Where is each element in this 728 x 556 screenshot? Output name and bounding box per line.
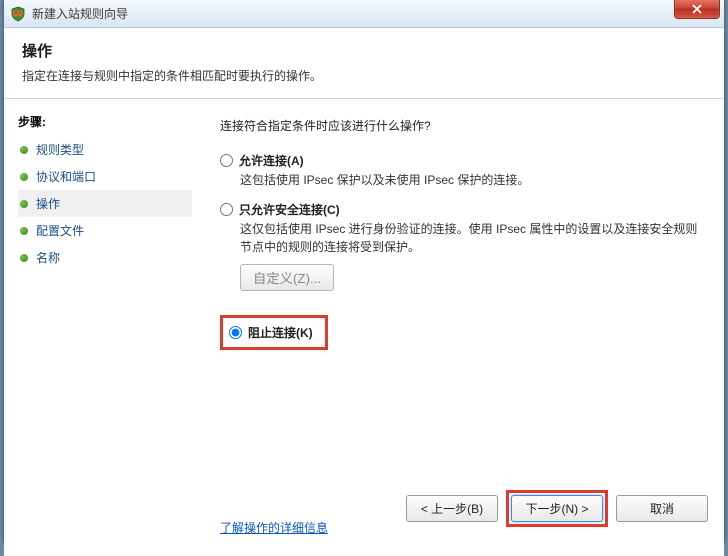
highlight-next-button: 下一步(N) > bbox=[506, 490, 608, 527]
option-secure: 只允许安全连接(C) 这仅包括使用 IPsec 进行身份验证的连接。使用 IPs… bbox=[220, 201, 700, 303]
back-button[interactable]: < 上一步(B) bbox=[406, 495, 498, 522]
steps-sidebar: 步骤: 规则类型 协议和端口 操作 配置文件 名称 bbox=[4, 99, 200, 556]
action-prompt: 连接符合指定条件时应该进行什么操作? bbox=[220, 117, 700, 134]
titlebar: 新建入站规则向导 bbox=[4, 0, 724, 28]
option-secure-label: 只允许安全连接(C) bbox=[239, 201, 340, 218]
steps-label: 步骤: bbox=[18, 113, 192, 130]
next-button[interactable]: 下一步(N) > bbox=[511, 495, 603, 522]
step-action[interactable]: 操作 bbox=[18, 190, 192, 217]
bullet-icon bbox=[20, 146, 28, 154]
option-block-row[interactable]: 阻止连接(K) bbox=[229, 324, 313, 341]
customize-button: 自定义(Z)... bbox=[240, 264, 334, 291]
cancel-button[interactable]: 取消 bbox=[616, 495, 708, 522]
option-allow-desc: 这包括使用 IPsec 保护以及未使用 IPsec 保护的连接。 bbox=[240, 172, 700, 189]
page-title: 操作 bbox=[22, 40, 706, 61]
highlight-block-option: 阻止连接(K) bbox=[220, 315, 328, 350]
option-secure-desc: 这仅包括使用 IPsec 进行身份验证的连接。使用 IPsec 属性中的设置以及… bbox=[240, 221, 700, 256]
radio-block[interactable] bbox=[229, 326, 242, 339]
step-label: 协议和端口 bbox=[36, 168, 96, 185]
option-allow-row[interactable]: 允许连接(A) bbox=[220, 152, 700, 169]
bullet-icon bbox=[20, 173, 28, 181]
option-allow-label: 允许连接(A) bbox=[239, 152, 304, 169]
wizard-content: 连接符合指定条件时应该进行什么操作? 允许连接(A) 这包括使用 IPsec 保… bbox=[200, 99, 724, 556]
step-label: 配置文件 bbox=[36, 222, 84, 239]
bullet-icon bbox=[20, 200, 28, 208]
close-button[interactable] bbox=[674, 0, 720, 19]
step-name[interactable]: 名称 bbox=[18, 244, 192, 271]
step-profile[interactable]: 配置文件 bbox=[18, 217, 192, 244]
learn-more-link[interactable]: 了解操作的详细信息 bbox=[220, 519, 328, 536]
step-rule-type[interactable]: 规则类型 bbox=[18, 136, 192, 163]
option-secure-row[interactable]: 只允许安全连接(C) bbox=[220, 201, 700, 218]
option-allow: 允许连接(A) 这包括使用 IPsec 保护以及未使用 IPsec 保护的连接。 bbox=[220, 152, 700, 189]
step-label: 操作 bbox=[36, 195, 60, 212]
window-title: 新建入站规则向导 bbox=[32, 5, 128, 22]
step-label: 规则类型 bbox=[36, 141, 84, 158]
option-block-label: 阻止连接(K) bbox=[248, 324, 313, 341]
wizard-footer: < 上一步(B) 下一步(N) > 取消 bbox=[406, 490, 708, 527]
page-subtitle: 指定在连接与规则中指定的条件相匹配时要执行的操作。 bbox=[22, 67, 706, 84]
wizard-window: 新建入站规则向导 操作 指定在连接与规则中指定的条件相匹配时要执行的操作。 步骤… bbox=[3, 0, 725, 542]
option-block: 阻止连接(K) bbox=[229, 324, 313, 341]
bullet-icon bbox=[20, 227, 28, 235]
radio-secure[interactable] bbox=[220, 203, 233, 216]
close-icon bbox=[692, 4, 702, 14]
firewall-icon bbox=[10, 6, 26, 22]
wizard-header: 操作 指定在连接与规则中指定的条件相匹配时要执行的操作。 bbox=[4, 28, 724, 99]
step-label: 名称 bbox=[36, 249, 60, 266]
step-protocol-ports[interactable]: 协议和端口 bbox=[18, 163, 192, 190]
bullet-icon bbox=[20, 254, 28, 262]
radio-allow[interactable] bbox=[220, 154, 233, 167]
wizard-body: 步骤: 规则类型 协议和端口 操作 配置文件 名称 连接 bbox=[4, 99, 724, 556]
